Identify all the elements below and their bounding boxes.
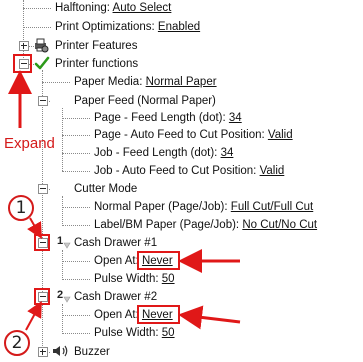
pulse-width-1-label: Pulse Width:	[94, 273, 159, 285]
tree-guide-line	[42, 70, 43, 354]
cash-drawer-1-label[interactable]: Cash Drawer #1	[74, 236, 157, 250]
tree-guide-line	[62, 196, 63, 226]
highlight-box-open-at-2	[137, 305, 180, 324]
collapse-toggle-cutter-mode[interactable]	[38, 184, 48, 194]
tree-guide-line	[23, 8, 51, 9]
collapse-toggle-paper-feed[interactable]	[38, 96, 48, 106]
expand-toggle-printer-features[interactable]	[19, 41, 29, 51]
annotation-arrows	[8, 70, 241, 331]
tree-guide-line	[62, 315, 90, 316]
paper-media-value[interactable]: Normal Paper	[146, 76, 217, 88]
marker-2-circle: 2	[4, 330, 30, 356]
pulse-width-2-value[interactable]: 50	[162, 327, 175, 339]
print-optimizations-row[interactable]: Print Optimizations: Enabled	[55, 20, 200, 34]
normal-paper-label: Normal Paper (Page/Job):	[94, 201, 228, 213]
tree-guide-line	[62, 171, 90, 172]
paper-media-row[interactable]: Paper Media: Normal Paper	[74, 75, 217, 89]
halftoning-value[interactable]: Auto Select	[113, 2, 172, 14]
tree-guide-line	[62, 207, 90, 208]
job-auto-feed-value[interactable]: Valid	[260, 165, 285, 177]
highlight-box-open-at-1	[137, 251, 180, 270]
tree-guide-line	[42, 82, 70, 83]
job-auto-feed-row[interactable]: Job - Auto Feed to Cut Position: Valid	[94, 164, 284, 178]
cash-drawer-2-label[interactable]: Cash Drawer #2	[74, 290, 157, 304]
print-optimizations-label: Print Optimizations:	[55, 21, 155, 33]
tree-guide-line	[62, 279, 90, 280]
printer-features-label[interactable]: Printer Features	[55, 39, 137, 53]
printer-functions-label[interactable]: Printer functions	[55, 57, 138, 71]
paper-media-label: Paper Media:	[74, 76, 143, 88]
page-feed-length-label: Page - Feed Length (dot):	[94, 112, 226, 124]
highlight-box-cash-drawer-1-toggle	[34, 234, 50, 251]
halftoning-label: Halftoning:	[55, 2, 110, 14]
printer-gear-icon	[33, 37, 49, 53]
job-feed-length-value[interactable]: 34	[221, 147, 234, 159]
job-auto-feed-label: Job - Auto Feed to Cut Position:	[94, 165, 257, 177]
tree-guide-line	[62, 135, 90, 136]
open-at-1-label: Open At:	[94, 255, 139, 267]
drawer-arrow-icon	[63, 240, 71, 249]
tree-guide-line	[62, 333, 90, 334]
label-bm-paper-label: Label/BM Paper (Page/Job):	[94, 219, 240, 231]
page-auto-feed-row[interactable]: Page - Auto Feed to Cut Position: Valid	[94, 128, 293, 142]
marker-2-arrow	[25, 300, 42, 331]
drawer-arrow-icon	[63, 294, 71, 303]
tree-guide-line	[62, 118, 90, 119]
tree-guide-line	[23, 27, 51, 28]
tree-guide-line	[62, 225, 90, 226]
halftoning-row[interactable]: Halftoning: Auto Select	[55, 1, 171, 15]
pulse-width-1-value[interactable]: 50	[162, 273, 175, 285]
speaker-icon	[52, 343, 72, 359]
page-feed-length-row[interactable]: Page - Feed Length (dot): 34	[94, 111, 242, 125]
expand-annotation-label: Expand	[4, 135, 55, 152]
page-auto-feed-value[interactable]: Valid	[268, 129, 293, 141]
tree-guide-line	[62, 250, 63, 280]
cutter-mode-label[interactable]: Cutter Mode	[74, 182, 137, 196]
normal-paper-value[interactable]: Full Cut/Full Cut	[231, 201, 313, 213]
label-bm-paper-row[interactable]: Label/BM Paper (Page/Job): No Cut/No Cut	[94, 218, 317, 232]
paper-feed-label[interactable]: Paper Feed (Normal Paper)	[74, 94, 216, 108]
pulse-width-2-label: Pulse Width:	[94, 327, 159, 339]
page-feed-length-value[interactable]: 34	[229, 112, 242, 124]
job-feed-length-label: Job - Feed Length (dot):	[94, 147, 218, 159]
pulse-width-2-row[interactable]: Pulse Width: 50	[94, 326, 175, 340]
tree-guide-line	[62, 304, 63, 334]
pulse-width-1-row[interactable]: Pulse Width: 50	[94, 272, 175, 286]
marker-1-arrow	[27, 217, 42, 239]
tree-guide-line	[62, 261, 90, 262]
buzzer-label[interactable]: Buzzer	[74, 345, 110, 359]
tree-guide-line	[62, 153, 90, 154]
highlight-box-printer-functions-toggle	[13, 54, 32, 73]
highlight-box-cash-drawer-2-toggle	[34, 288, 50, 305]
open-at-2-arrow	[178, 305, 241, 330]
marker-1-circle: 1	[8, 195, 34, 221]
open-at-2-label: Open At:	[94, 309, 139, 321]
print-optimizations-value[interactable]: Enabled	[158, 21, 200, 33]
expand-toggle-buzzer[interactable]	[38, 347, 48, 357]
label-bm-paper-value[interactable]: No Cut/No Cut	[242, 219, 317, 231]
job-feed-length-row[interactable]: Job - Feed Length (dot): 34	[94, 146, 233, 160]
green-checkmark-icon	[34, 55, 50, 71]
normal-paper-row[interactable]: Normal Paper (Page/Job): Full Cut/Full C…	[94, 200, 313, 214]
page-auto-feed-label: Page - Auto Feed to Cut Position:	[94, 129, 265, 141]
